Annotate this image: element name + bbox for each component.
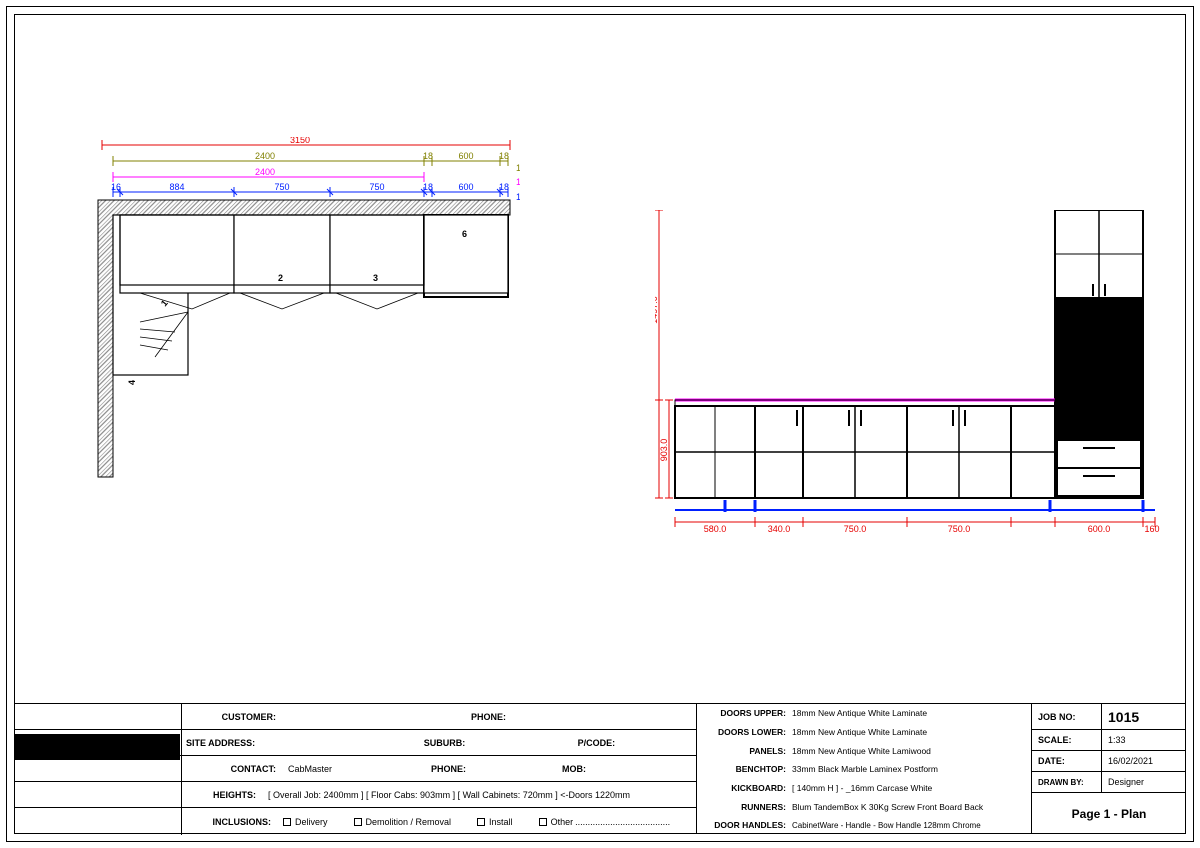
svg-text:3: 3 [373, 273, 378, 283]
svg-text:160: 160 [1144, 524, 1159, 534]
svg-text:18: 18 [423, 182, 433, 192]
svg-text:114: 114 [516, 177, 520, 187]
svg-text:114: 114 [516, 192, 520, 202]
elevation-view: 1497.0 903.0 [655, 210, 1160, 540]
checkbox-icon [283, 818, 291, 826]
svg-text:884: 884 [169, 182, 184, 192]
svg-text:340.0: 340.0 [768, 524, 791, 534]
checkbox-icon [539, 818, 547, 826]
svg-text:1497.0: 1497.0 [655, 296, 659, 324]
svg-text:750.0: 750.0 [948, 524, 971, 534]
svg-text:18: 18 [423, 151, 433, 161]
svg-text:750: 750 [369, 182, 384, 192]
svg-text:4: 4 [127, 380, 137, 385]
svg-text:3150: 3150 [290, 137, 310, 145]
svg-text:114: 114 [516, 163, 520, 173]
svg-text:18: 18 [499, 182, 509, 192]
page-label: Page 1 - Plan [1032, 793, 1186, 834]
svg-text:600.0: 600.0 [1088, 524, 1111, 534]
svg-text:600: 600 [458, 182, 473, 192]
svg-text:2: 2 [278, 273, 283, 283]
jobno-label: JOB NO: [1032, 704, 1102, 729]
svg-text:16: 16 [111, 182, 121, 192]
svg-text:2400: 2400 [255, 167, 275, 177]
svg-text:580.0: 580.0 [704, 524, 727, 534]
svg-text:903.0: 903.0 [659, 439, 669, 462]
checkbox-icon [477, 818, 485, 826]
svg-text:600: 600 [458, 151, 473, 161]
svg-text:18: 18 [499, 151, 509, 161]
svg-text:750: 750 [274, 182, 289, 192]
svg-text:6: 6 [462, 229, 467, 239]
svg-text:2400: 2400 [255, 151, 275, 161]
plan-view: 3150 2400 18 600 18 114 2400 114 [80, 137, 520, 517]
checkbox-icon [354, 818, 362, 826]
jobno-value: 1015 [1102, 704, 1186, 729]
svg-text:750.0: 750.0 [844, 524, 867, 534]
title-block: JOB NO:1015 SCALE:1:33 DATE:16/02/2021 D… [14, 703, 1186, 834]
